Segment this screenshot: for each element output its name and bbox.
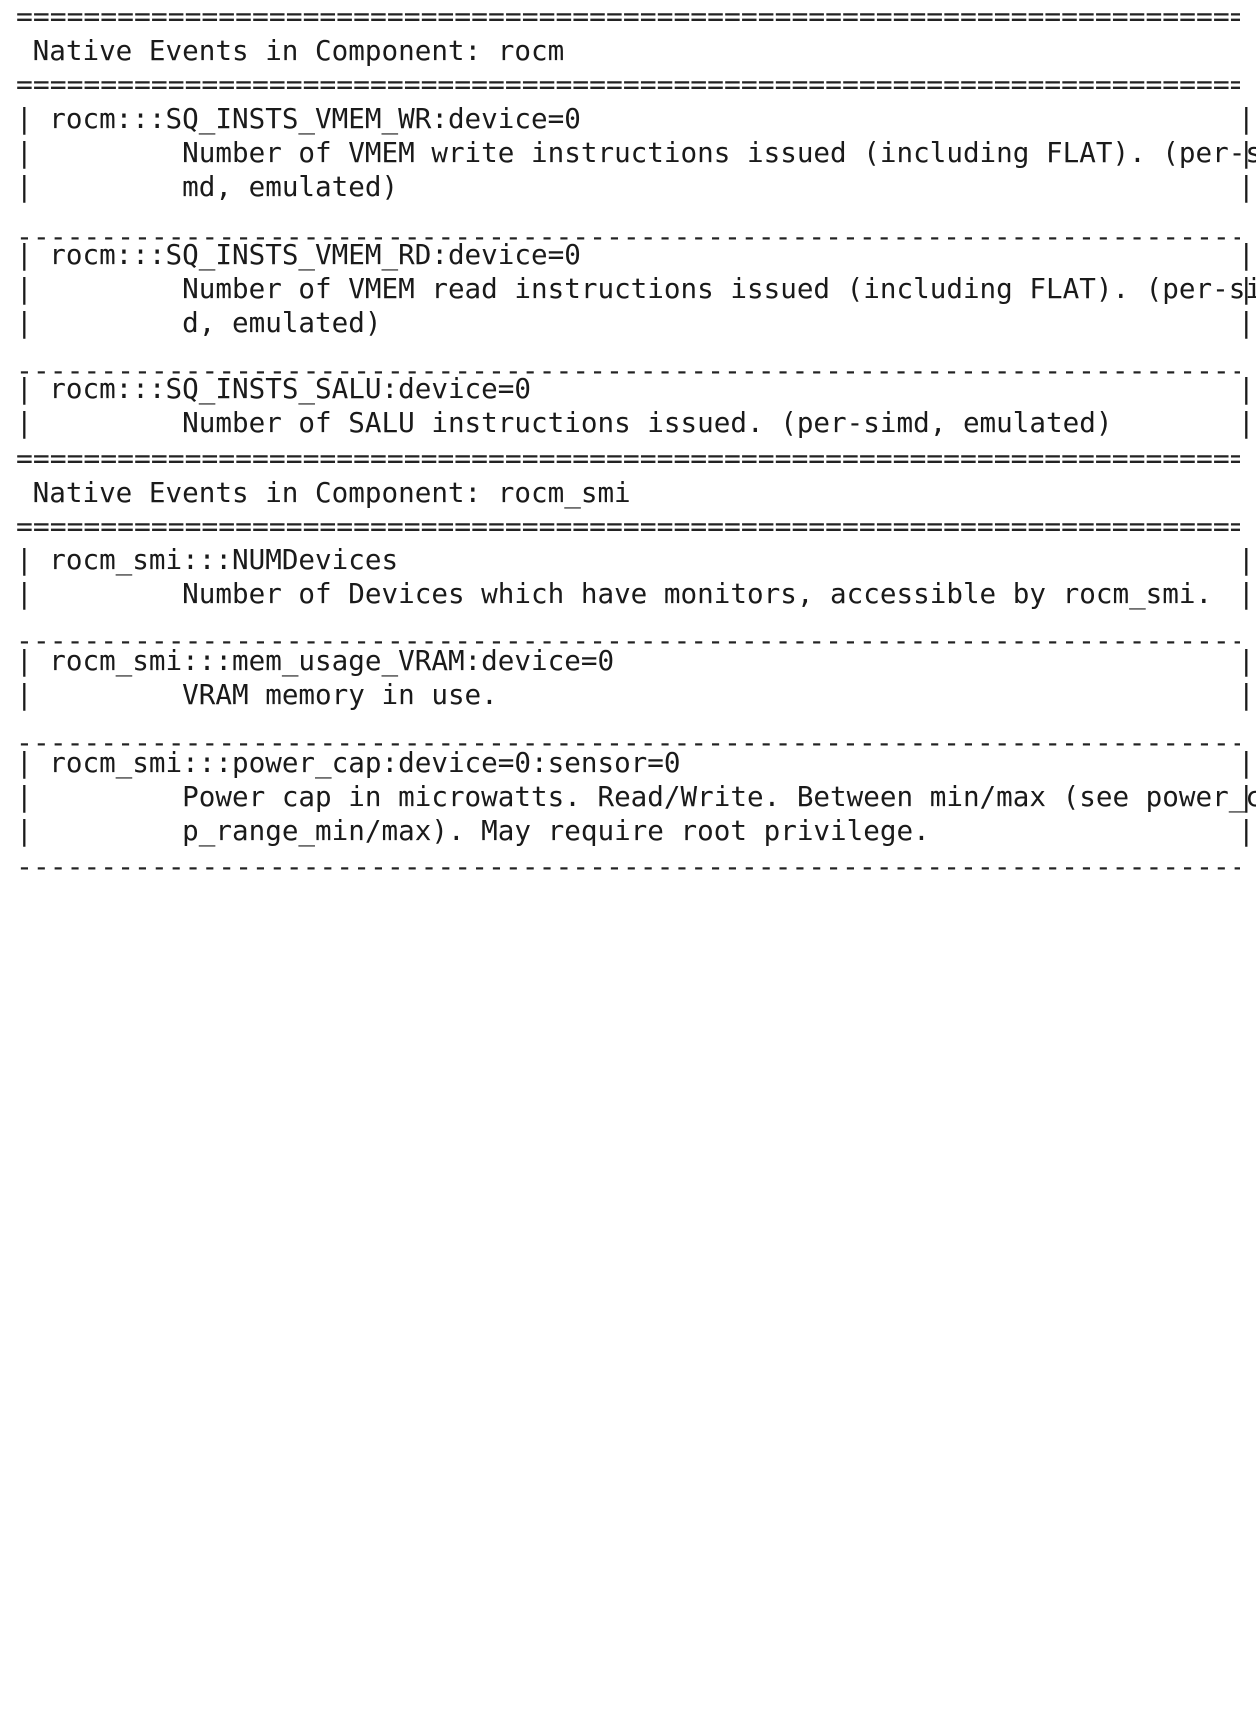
- event-description: Number of VMEM write instructions issued…: [182, 136, 1256, 169]
- event-desc-row: | Number of VMEM write instructions issu…: [16, 136, 1256, 170]
- right-border: |: [1238, 306, 1255, 339]
- double-rule: ========================================…: [16, 442, 1240, 475]
- event-name-row: | rocm_smi:::NUMDevices: [16, 543, 399, 576]
- event-description: Number of SALU instructions issued. (per…: [182, 406, 1113, 439]
- right-border: |: [1238, 238, 1255, 271]
- event-name-row: | rocm:::SQ_INSTS_VMEM_RD:device=0: [16, 238, 581, 271]
- event-name: rocm_smi:::power_cap:device=0:sensor=0: [49, 746, 681, 779]
- right-border: |: [1238, 170, 1255, 203]
- double-rule: ========================================…: [16, 510, 1240, 543]
- event-desc-row: | md, emulated): [16, 170, 399, 203]
- double-rule: ========================================…: [16, 68, 1240, 101]
- event-name-row: | rocm_smi:::power_cap:device=0:sensor=0: [16, 746, 681, 779]
- right-border: |: [1238, 746, 1255, 779]
- event-name: rocm:::SQ_INSTS_VMEM_RD:device=0: [49, 238, 581, 271]
- event-description: d, emulated): [182, 306, 382, 339]
- right-border: |: [1238, 678, 1255, 711]
- event-description: VRAM memory in use.: [182, 678, 498, 711]
- event-desc-row: | d, emulated): [16, 306, 382, 339]
- double-rule: ========================================…: [16, 0, 1240, 33]
- event-description: Number of Devices which have monitors, a…: [182, 577, 1213, 610]
- right-border: |: [1238, 644, 1255, 677]
- event-desc-row: | Number of Devices which have monitors,…: [16, 577, 1213, 610]
- event-name: rocm:::SQ_INSTS_SALU:device=0: [49, 372, 532, 405]
- event-name: rocm:::SQ_INSTS_VMEM_WR:device=0: [49, 102, 581, 135]
- event-description: Number of VMEM read instructions issued …: [182, 272, 1256, 305]
- terminal-output: ========================================…: [0, 0, 1256, 883]
- right-border: |: [1238, 577, 1255, 610]
- event-description: p_range_min/max). May require root privi…: [182, 814, 930, 847]
- right-border: |: [1238, 814, 1255, 847]
- right-border: |: [1238, 136, 1255, 169]
- event-description: Power cap in microwatts. Read/Write. Bet…: [182, 780, 1256, 813]
- event-desc-row: | Number of SALU instructions issued. (p…: [16, 406, 1113, 439]
- event-name: rocm_smi:::mem_usage_VRAM:device=0: [49, 644, 615, 677]
- event-name-row: | rocm_smi:::mem_usage_VRAM:device=0: [16, 644, 615, 677]
- event-name-row: | rocm:::SQ_INSTS_SALU:device=0: [16, 372, 532, 405]
- event-desc-row: | Power cap in microwatts. Read/Write. B…: [16, 780, 1256, 814]
- event-desc-row: | p_range_min/max). May require root pri…: [16, 814, 930, 847]
- right-border: |: [1238, 372, 1255, 405]
- event-description: md, emulated): [182, 170, 399, 203]
- event-desc-row: | Number of VMEM read instructions issue…: [16, 272, 1256, 306]
- right-border: |: [1238, 780, 1255, 813]
- dashed-rule: ----------------------------------------…: [16, 850, 1240, 883]
- right-border: |: [1238, 406, 1255, 439]
- component-header: Native Events in Component: rocm_smi: [16, 476, 631, 509]
- event-name: rocm_smi:::NUMDevices: [49, 543, 399, 576]
- right-border: |: [1238, 272, 1255, 305]
- event-desc-row: | VRAM memory in use.: [16, 678, 498, 711]
- right-border: |: [1238, 102, 1255, 135]
- component-header: Native Events in Component: rocm: [16, 34, 565, 67]
- event-name-row: | rocm:::SQ_INSTS_VMEM_WR:device=0: [16, 102, 581, 135]
- right-border: |: [1238, 543, 1255, 576]
